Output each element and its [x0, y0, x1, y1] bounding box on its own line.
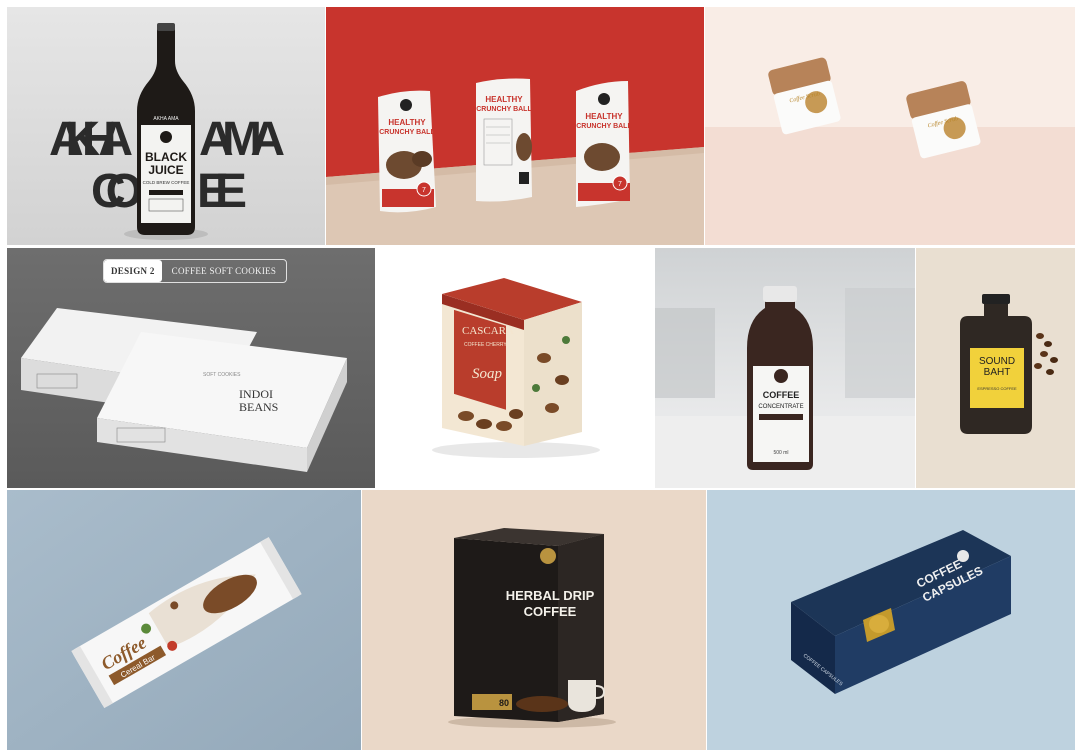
cereal-bar-tile[interactable]: Coffee Cereal Bar	[7, 490, 361, 750]
akha-ama-tile[interactable]: AKHA AMA CO EE AKHA AMA BLACK JUICE COLD…	[7, 7, 325, 245]
pouch-right-title-2: CRUNCHY BALL	[576, 123, 632, 130]
soft-cookies-image: INDOI BEANS SOFT COOKIES	[7, 248, 375, 488]
coffee-concentrate-tile[interactable]: COFFEE CONCENTRATE 500 ml	[655, 248, 915, 488]
soft-cookies-tile[interactable]: INDOI BEANS SOFT COOKIES DESIGN 2 COFFEE…	[7, 248, 375, 488]
cascara-soap-tile[interactable]: CASCARA COFFEE CHERRY Soap	[376, 248, 654, 488]
concentrate-sub: CONCENTRATE	[758, 404, 803, 410]
cookies-design-tag: DESIGN 2 COFFEE SOFT COOKIES	[103, 259, 288, 283]
akha-word-top: AKHA	[49, 113, 133, 166]
cookies-side-text: SOFT COOKIES	[203, 372, 241, 378]
herbal-badge: 80	[499, 698, 509, 708]
coffee-capsules-tile[interactable]: COFFEE CAPSULES COFFEE CAPSULES	[707, 490, 1075, 750]
akha-label-brand: AKHA AMA	[153, 116, 179, 122]
concentrate-title: COFFEE	[763, 390, 800, 400]
cascara-product: Soap	[472, 366, 503, 382]
cascara-soap-image: CASCARA COFFEE CHERRY Soap	[376, 248, 654, 488]
pouch-center-title-1: HEALTHY	[485, 95, 523, 104]
cookies-box-text-2: BEANS	[239, 400, 278, 414]
herbal-title-2: COFFEE	[524, 604, 577, 619]
pouch-center: HEALTHY CRUNCHY BALL	[476, 78, 532, 202]
pouch-left: HEALTHY CRUNCHY BALL 7	[378, 90, 436, 213]
soundbaht-name-1: SOUND	[979, 356, 1015, 367]
coffee-scrub-image: Coffee Scrub Coffee Scrub	[705, 7, 1075, 245]
soundbaht-sub: ESPRESSO COFFEE	[977, 386, 1017, 391]
akha-label-sub: COLD BREW COFFEE	[143, 180, 190, 185]
akha-label-title-1: BLACK	[145, 150, 187, 164]
herbal-title-1: HERBAL DRIP	[506, 588, 595, 603]
pouch-left-title-2: CRUNCHY BALL	[379, 129, 435, 136]
pouch-right-badge: 7	[618, 181, 622, 188]
pouch-left-badge: 7	[422, 187, 426, 194]
akha-word-bottom-right: EE	[197, 165, 247, 218]
coffee-capsules-image: COFFEE CAPSULES COFFEE CAPSULES	[707, 490, 1075, 750]
cascara-name: CASCARA	[462, 325, 514, 337]
crunchy-ball-image: HEALTHY CRUNCHY BALL 7 HEALTHY CRUNCHY B…	[326, 7, 704, 245]
sound-baht-tile[interactable]: SOUND BAHT ESPRESSO COFFEE	[916, 248, 1075, 488]
coffee-scrub-tile[interactable]: Coffee Scrub Coffee Scrub	[705, 7, 1075, 245]
concentrate-volume: 500 ml	[773, 450, 788, 456]
akha-word-top-right: AMA	[199, 113, 285, 166]
sound-baht-image: SOUND BAHT ESPRESSO COFFEE	[916, 248, 1075, 488]
herbal-drip-image: HERBAL DRIP COFFEE 80	[362, 490, 706, 750]
coffee-concentrate-image: COFFEE CONCENTRATE 500 ml	[655, 248, 915, 488]
herbal-drip-tile[interactable]: HERBAL DRIP COFFEE 80	[362, 490, 706, 750]
tag-design-label: DESIGN 2	[104, 260, 162, 282]
akha-ama-image: AKHA AMA CO EE AKHA AMA BLACK JUICE COLD…	[7, 7, 325, 245]
cascara-sub: COFFEE CHERRY	[464, 342, 507, 348]
tag-product-label: COFFEE SOFT COOKIES	[171, 266, 277, 276]
pouch-right-title-1: HEALTHY	[585, 112, 623, 121]
soundbaht-name-2: BAHT	[984, 367, 1011, 378]
akha-label-title-2: JUICE	[148, 163, 183, 177]
akha-word-bottom-left: CO	[91, 165, 143, 218]
pouch-center-title-2: CRUNCHY BALL	[476, 106, 532, 113]
pouch-right: HEALTHY CRUNCHY BALL 7	[576, 81, 632, 207]
crunchy-ball-tile[interactable]: HEALTHY CRUNCHY BALL 7 HEALTHY CRUNCHY B…	[326, 7, 704, 245]
pouch-left-title-1: HEALTHY	[388, 118, 426, 127]
cookies-box-text-1: INDOI	[239, 387, 273, 401]
cereal-bar-image: Coffee Cereal Bar	[7, 490, 361, 750]
